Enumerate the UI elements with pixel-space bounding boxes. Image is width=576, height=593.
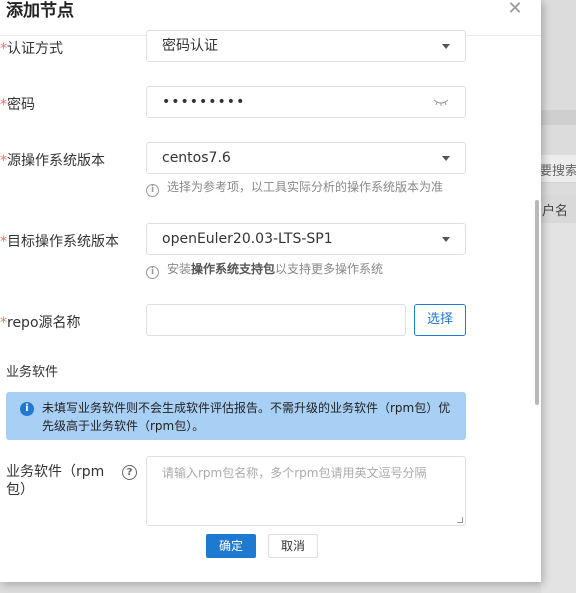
question-icon[interactable]: ? <box>122 465 137 480</box>
background-search-text: 要搜索 <box>539 164 576 179</box>
target-os-label: *目标操作系统版本 <box>0 231 119 251</box>
source-os-value: centos7.6 <box>162 150 231 166</box>
info-icon: i <box>20 402 34 416</box>
password-input[interactable]: ••••••••• <box>146 86 466 118</box>
repo-label: *repo源名称 <box>0 312 81 332</box>
choose-repo-button[interactable]: 选择 <box>414 304 466 336</box>
password-value: ••••••••• <box>162 94 246 110</box>
os-support-package-link[interactable]: 操作系统支持包 <box>191 262 275 276</box>
auth-method-label: *认证方式 <box>0 38 63 58</box>
required-mark: * <box>0 153 7 169</box>
target-os-select[interactable]: openEuler20.03-LTS-SP1 <box>146 223 466 255</box>
required-mark: * <box>0 97 7 113</box>
password-label: *密码 <box>0 94 35 114</box>
info-icon: i <box>146 266 159 279</box>
background-search-area: 要搜索 <box>539 155 576 183</box>
info-icon: i <box>146 184 159 197</box>
target-os-value: openEuler20.03-LTS-SP1 <box>162 231 333 247</box>
notice-text: 未填写业务软件则不会生成软件评估报告。不需升级的业务软件（rpm包）优先级高于业… <box>42 401 451 433</box>
background-table-header: 户名 <box>541 195 576 223</box>
add-node-dialog: 添加节点 ✕ *认证方式 密码认证 *密码 ••••••••• *源操作系统版本… <box>0 0 541 582</box>
resize-handle-icon[interactable] <box>457 517 463 523</box>
repo-label-text: repo源名称 <box>7 315 81 331</box>
auth-method-select[interactable]: 密码认证 <box>146 30 466 62</box>
required-mark: * <box>0 41 7 57</box>
chevron-down-icon <box>442 44 450 49</box>
ok-button[interactable]: 确定 <box>206 534 256 558</box>
password-label-text: 密码 <box>7 97 35 113</box>
source-os-label-text: 源操作系统版本 <box>7 153 105 169</box>
source-os-hint-text: 选择为参考项，以工具实际分析的操作系统版本为准 <box>167 180 444 194</box>
rpm-label: 业务软件（rpm包） <box>6 464 105 498</box>
rpm-textarea[interactable]: 请输入rpm包名称，多个rpm包请用英文逗号分隔 <box>146 456 466 526</box>
target-os-label-text: 目标操作系统版本 <box>7 234 119 250</box>
target-os-hint: i 安装操作系统支持包以支持更多操作系统 <box>146 260 383 279</box>
required-mark: * <box>0 315 7 331</box>
business-software-notice: i 未填写业务软件则不会生成软件评估报告。不需升级的业务软件（rpm包）优先级高… <box>6 392 466 440</box>
auth-method-value: 密码认证 <box>162 38 218 54</box>
required-mark: * <box>0 234 7 250</box>
eye-closed-icon[interactable] <box>433 96 449 108</box>
source-os-label: *源操作系统版本 <box>0 150 105 170</box>
target-os-hint-prefix: 安装 <box>167 262 192 276</box>
background-toolbar <box>541 110 576 125</box>
background-table-body <box>541 223 576 593</box>
background-column-username: 户名 <box>542 204 569 219</box>
repo-name-input[interactable] <box>146 304 406 336</box>
source-os-select[interactable]: centos7.6 <box>146 142 466 174</box>
target-os-hint-suffix: 以支持更多操作系统 <box>275 262 384 276</box>
close-icon[interactable]: ✕ <box>507 0 523 18</box>
chevron-down-icon <box>442 237 450 242</box>
source-os-hint: i 选择为参考项，以工具实际分析的操作系统版本为准 <box>146 178 443 197</box>
chevron-down-icon <box>442 156 450 161</box>
auth-method-label-text: 认证方式 <box>7 41 63 57</box>
dialog-title: 添加节点 <box>6 1 74 21</box>
cancel-button[interactable]: 取消 <box>268 534 318 558</box>
business-software-section-title: 业务软件 <box>6 365 59 380</box>
rpm-placeholder: 请输入rpm包名称，多个rpm包请用英文逗号分隔 <box>162 466 427 480</box>
scrollbar-thumb[interactable] <box>535 200 539 405</box>
